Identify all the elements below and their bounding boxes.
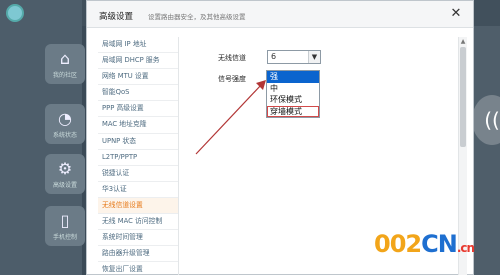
bg-tile-advanced[interactable]: ⚙ 高级设置 <box>45 154 85 194</box>
strength-option-medium[interactable]: 中 <box>267 83 319 95</box>
sidebar-item-mac-clone[interactable]: MAC 地址克隆 <box>98 117 178 134</box>
sidebar-item-l2tp[interactable]: L2TP/PPTP <box>98 150 178 166</box>
gear-icon: ⚙ <box>57 158 73 178</box>
sidebar-item-factory-reset[interactable]: 恢复出厂设置 <box>98 262 178 275</box>
sidebar-item-ppp[interactable]: PPP 高级设置 <box>98 101 178 118</box>
chevron-down-icon: ▼ <box>308 51 320 63</box>
strength-option-wall[interactable]: 穿墙模式 <box>267 105 319 118</box>
strength-option-strong[interactable]: 强 <box>267 71 319 83</box>
sidebar-item-system-time[interactable]: 系统时间管理 <box>98 230 178 247</box>
sidebar-item-upnp[interactable]: UPNP 状态 <box>98 134 178 150</box>
site-watermark: 002CN.cn <box>374 230 475 258</box>
sidebar-item-wireless-channel[interactable]: 无线信道设置 <box>98 197 178 215</box>
sidebar-item-lan-ip[interactable]: 局域网 IP 地址 <box>98 37 178 54</box>
sidebar-item-lan-dhcp[interactable]: 局域网 DHCP 服务 <box>98 53 178 70</box>
bg-tile-status[interactable]: ◔ 系统状态 <box>45 104 85 144</box>
settings-sidebar: 局域网 IP 地址 局域网 DHCP 服务 网络 MTU 设置 智能QoS PP… <box>98 37 179 275</box>
channel-select[interactable]: 6 ▼ <box>267 50 321 64</box>
channel-value: 6 <box>271 52 277 61</box>
router-logo-icon <box>6 4 24 22</box>
sidebar-item-qos[interactable]: 智能QoS <box>98 85 178 102</box>
sidebar-item-h3c[interactable]: 华3认证 <box>98 182 178 198</box>
status-icon: ◔ <box>58 108 72 128</box>
modal-header: 高级设置 设置路由器安全，及其他高级设置 ✕ <box>87 1 473 28</box>
home-icon: ⌂ <box>59 48 71 68</box>
modal-title: 高级设置 <box>99 12 134 22</box>
strength-option-eco[interactable]: 环保模式 <box>267 94 319 106</box>
sidebar-item-ruijie[interactable]: 锐捷认证 <box>98 166 178 182</box>
modal-subtitle: 设置路由器安全，及其他高级设置 <box>148 13 246 21</box>
sidebar-item-wireless-mac[interactable]: 无线 MAC 访问控制 <box>98 214 178 231</box>
bg-tile-mobile[interactable]: ▯ 手机控制 <box>45 206 85 246</box>
close-icon[interactable]: ✕ <box>449 7 463 21</box>
bg-tile-community[interactable]: ⌂ 我的社区 <box>45 44 85 84</box>
scroll-thumb[interactable] <box>460 47 466 147</box>
scroll-up-icon[interactable]: ▲ <box>459 37 467 46</box>
strength-dropdown: 强 中 环保模式 穿墙模式 <box>266 70 320 118</box>
sidebar-item-mtu[interactable]: 网络 MTU 设置 <box>98 69 178 86</box>
strength-label: 信号强度 <box>218 75 246 83</box>
phone-icon: ▯ <box>60 210 70 230</box>
sidebar-item-firmware[interactable]: 路由器升级管理 <box>98 246 178 263</box>
channel-label: 无线信道 <box>218 54 246 62</box>
